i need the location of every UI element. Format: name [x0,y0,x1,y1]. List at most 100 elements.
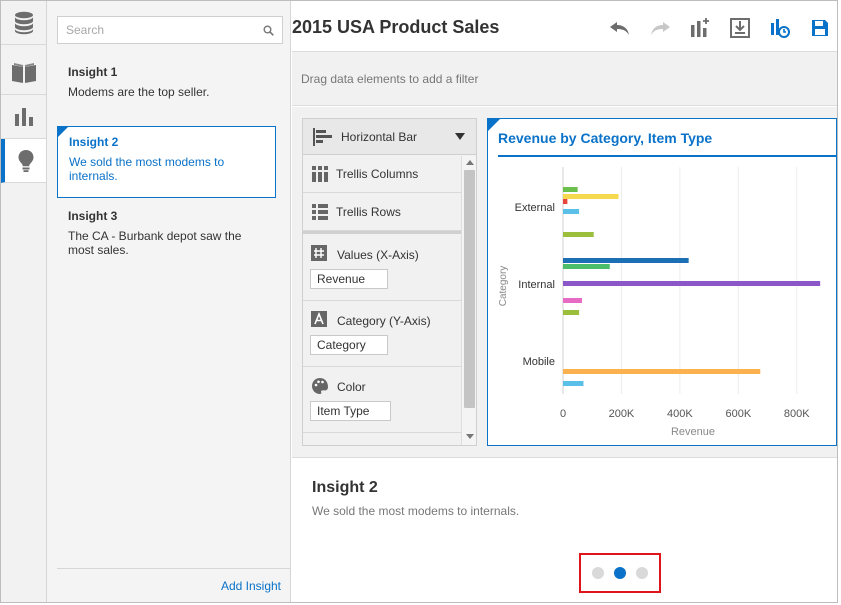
page-indicator [579,553,661,593]
insight-description: We sold the most modems to internals. [69,155,225,183]
color-pill[interactable]: Item Type [310,401,391,421]
x-tick-label: 800K [784,408,810,420]
rail-data-button[interactable] [1,1,46,45]
chevron-down-icon [455,133,465,140]
y-axis-title: Category [498,266,509,307]
undo-button[interactable] [607,15,633,41]
bar-mobile [563,381,584,386]
page-title: 2015 USA Product Sales [292,17,500,37]
redo-button[interactable] [647,15,673,41]
chart-card[interactable]: Revenue by Category, Item Type External I… [487,118,837,446]
bar-chart-icon [14,107,33,126]
story-description: We sold the most modems to internals. [312,504,520,518]
scroll-up-icon[interactable] [466,160,474,165]
bar-external [563,194,619,199]
rail-narrate-button[interactable] [1,139,46,183]
insight-card-3[interactable]: Insight 3 The CA - Burbank depot saw the… [57,201,276,265]
filter-bar[interactable]: Drag data elements to add a filter [292,51,837,106]
add-visualization-button[interactable] [687,15,713,41]
app-window: Insight 1 Modems are the top seller. Ins… [0,0,838,603]
data-refresh-button[interactable] [767,15,793,41]
trellis-rows-icon [312,204,328,220]
x-axis-title: Revenue [671,426,715,438]
add-insight-link[interactable]: Add Insight [221,579,281,593]
insight-card-2[interactable]: Insight 2 We sold the most modems to int… [57,126,276,198]
insights-panel: Insight 1 Modems are the top seller. Ins… [47,1,291,602]
trellis-columns-label: Trellis Columns [336,167,419,181]
story-title: Insight 2 [312,479,378,496]
insight-description: The CA - Burbank depot saw the most sale… [68,229,242,257]
trellis-rows-label: Trellis Rows [336,205,401,219]
page-dot-3[interactable] [636,567,648,579]
rail-book-button[interactable] [1,51,46,95]
search-icon[interactable] [263,25,274,36]
filter-bar-hint: Drag data elements to add a filter [301,72,479,86]
database-icon [14,11,33,34]
bar-external [563,209,580,214]
x-tick-label: 400K [667,408,693,420]
insight-card-1[interactable]: Insight 1 Modems are the top seller. [57,57,276,107]
insight-title: Insight 1 [68,65,118,79]
export-button[interactable] [727,15,753,41]
values-section: Values (X-Axis) Revenue [303,235,461,301]
undo-icon [610,22,629,35]
bar-external [563,187,578,192]
search-box [57,16,283,44]
palette-icon [312,378,328,394]
grammar-panel: Horizontal Bar Trellis Columns Trellis R… [302,118,477,446]
add-visualization-icon [691,18,709,37]
x-tick-label: 0 [560,408,566,420]
main-area: 2015 USA Product Sales Drag data element… [292,1,837,602]
category-tick-label: Internal [518,279,555,291]
save-icon [812,20,828,36]
book-icon [11,62,36,83]
hash-icon [311,245,327,261]
category-pill[interactable]: Category [310,335,388,355]
x-tick-label: 200K [609,408,635,420]
horizontal-bar-icon [313,128,332,146]
scroll-down-icon[interactable] [466,434,474,439]
story-panel: Insight 2 We sold the most modems to int… [292,457,837,602]
page-dot-1[interactable] [592,567,604,579]
insight-title: Insight 2 [69,135,119,149]
bar-mobile [563,369,761,374]
viz-type-label: Horizontal Bar [341,130,418,144]
nav-rail [1,1,47,602]
bar-internal [563,310,580,315]
text-attribute-icon [311,311,327,327]
toolbar [607,15,833,41]
section-divider [303,231,461,234]
trellis-columns-drop[interactable]: Trellis Columns [303,156,461,193]
bar-internal [563,258,689,263]
x-tick-label: 600K [725,408,751,420]
insight-description: Modems are the top seller. [68,85,210,99]
category-tick-label: External [515,202,555,214]
insights-footer: Add Insight [57,568,290,602]
search-input[interactable] [66,23,263,37]
color-label: Color [337,380,366,394]
rail-visualize-button[interactable] [1,95,46,139]
save-button[interactable] [807,15,833,41]
bar-internal [563,298,582,303]
bar-internal [563,281,821,286]
bar-external [563,232,594,237]
trellis-rows-drop[interactable]: Trellis Rows [303,194,461,231]
category-section: Category (Y-Axis) Category [303,301,461,367]
trellis-columns-icon [312,166,328,182]
values-pill[interactable]: Revenue [310,269,388,289]
viz-type-dropdown[interactable]: Horizontal Bar [303,119,476,155]
insight-title: Insight 3 [68,209,118,223]
category-label: Category (Y-Axis) [337,314,431,328]
data-refresh-icon [771,19,790,38]
export-icon [730,18,750,38]
grammar-scrollbar[interactable] [461,156,476,445]
scroll-thumb[interactable] [464,170,475,408]
page-dot-2[interactable] [614,567,626,579]
category-tick-label: Mobile [523,356,555,368]
bar-internal [563,264,610,269]
bar-external [563,199,568,204]
values-label: Values (X-Axis) [337,248,419,262]
redo-icon [651,22,670,35]
bar-chart: External Internal Mobile 0 200K 400K 600K 800K R… [498,167,821,438]
color-section: Color Item Type [303,367,461,433]
